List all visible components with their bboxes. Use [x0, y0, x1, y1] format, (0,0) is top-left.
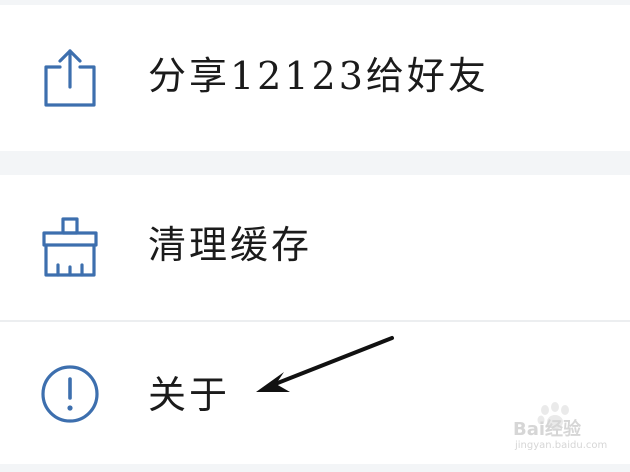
- arrow-pointer-icon: [256, 336, 394, 392]
- section-gap: [0, 151, 630, 175]
- share-icon: [44, 49, 96, 107]
- menu-item-share-label: 分享12123给好友: [148, 54, 489, 98]
- menu-item-clear-cache-label: 清理缓存: [148, 223, 313, 267]
- watermark-subtext: jingyan.baidu.com: [515, 440, 608, 451]
- settings-menu-page: 分享12123给好友 清理缓存 关于 Bai经验 jingyan.baidu.c…: [0, 0, 630, 472]
- menu-item-about-label: 关于: [148, 373, 231, 417]
- menu-item-clear-cache[interactable]: 清理缓存: [0, 175, 630, 320]
- broom-icon: [42, 217, 98, 277]
- menu-item-share[interactable]: 分享12123给好友: [0, 5, 630, 151]
- section-gap: [0, 464, 630, 472]
- watermark-text: Bai经验: [513, 419, 582, 440]
- info-exclamation-icon: [41, 365, 99, 423]
